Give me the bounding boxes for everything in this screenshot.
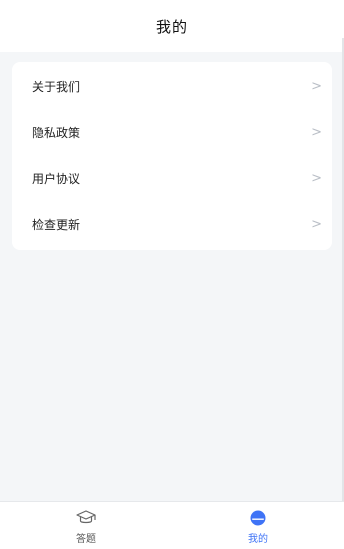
menu-item-privacy[interactable]: 隐私政策 >	[32, 109, 322, 155]
tab-mine[interactable]: 我的	[172, 502, 344, 549]
menu-item-label: 用户协议	[32, 171, 81, 186]
user-icon	[250, 510, 266, 525]
tab-quiz[interactable]: 答题	[0, 502, 172, 549]
app-page: 我的 关于我们 > 隐私政策 > 用户协议 > 检查更新 > 答题 我的	[0, 0, 344, 549]
tab-label: 我的	[248, 533, 268, 545]
chevron-right-icon: >	[311, 216, 322, 232]
graduation-cap-icon	[76, 509, 96, 523]
menu-item-label: 检查更新	[32, 217, 81, 232]
chevron-right-icon: >	[311, 170, 322, 186]
menu-item-user-agreement[interactable]: 用户协议 >	[32, 155, 322, 201]
menu-item-label: 隐私政策	[32, 125, 81, 140]
settings-menu: 关于我们 > 隐私政策 > 用户协议 > 检查更新 >	[12, 62, 332, 250]
page-title: 我的	[155, 17, 188, 36]
menu-item-label: 关于我们	[32, 79, 81, 94]
menu-item-about[interactable]: 关于我们 >	[32, 63, 322, 109]
top-bar: 我的	[0, 0, 344, 52]
menu-item-check-update[interactable]: 检查更新 >	[32, 201, 322, 247]
bottom-tab-bar: 答题 我的	[0, 501, 344, 549]
tab-label: 答题	[76, 533, 96, 545]
chevron-right-icon: >	[311, 78, 322, 94]
chevron-right-icon: >	[311, 124, 322, 140]
